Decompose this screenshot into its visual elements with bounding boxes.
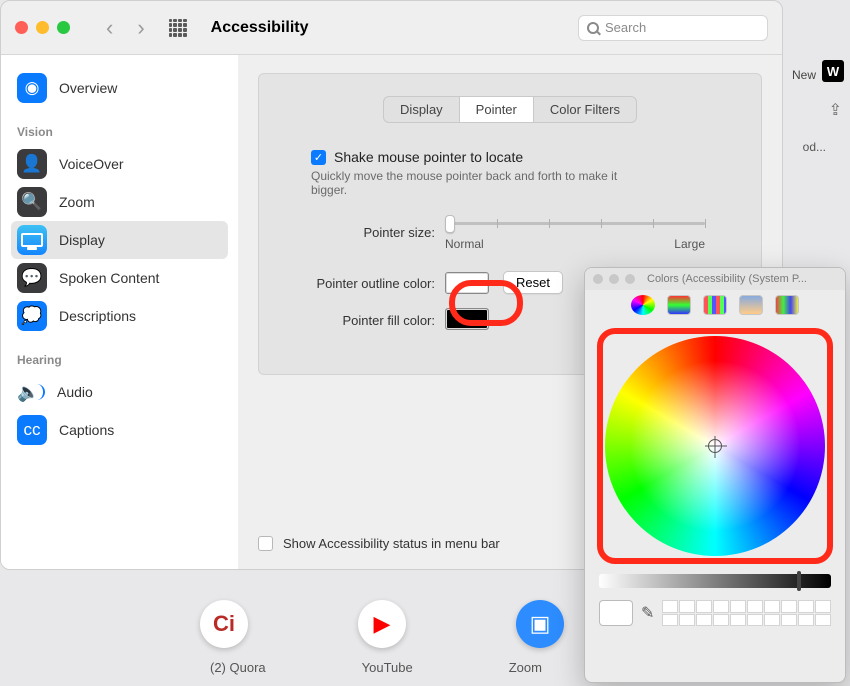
- color-tab-sliders-icon[interactable]: [667, 295, 691, 315]
- sidebar-item-descriptions[interactable]: 💭 Descriptions: [11, 297, 228, 335]
- zoom-window-icon[interactable]: [57, 21, 70, 34]
- minimize-icon[interactable]: [36, 21, 49, 34]
- sidebar-item-label: Overview: [59, 80, 117, 96]
- pointer-outline-label: Pointer outline color:: [285, 274, 435, 291]
- colors-minimize-icon[interactable]: [609, 274, 619, 284]
- sidebar-item-label: Zoom: [59, 194, 95, 210]
- truncated-text: od...: [803, 140, 826, 154]
- pointer-size-label: Pointer size:: [285, 223, 435, 240]
- window-controls[interactable]: [15, 21, 70, 34]
- spoken-content-icon: 💬: [17, 263, 47, 293]
- window-title: Accessibility: [211, 19, 578, 37]
- youtube-shortcut[interactable]: ▶: [358, 600, 406, 648]
- nav-forward-icon: ›: [137, 15, 144, 41]
- shortcut-labels: (2) Quora YouTube Zoom: [210, 660, 542, 675]
- sidebar-item-zoom[interactable]: 🔍 Zoom: [11, 183, 228, 221]
- menubar-status-label: Show Accessibility status in menu bar: [283, 536, 500, 551]
- tab-display[interactable]: Display: [384, 97, 460, 122]
- browser-shortcut-row: Ci ▶ ▣: [200, 600, 564, 648]
- shake-pointer-help: Quickly move the mouse pointer back and …: [311, 169, 631, 197]
- colors-titlebar[interactable]: Colors (Accessibility (System P...: [585, 268, 845, 290]
- sidebar-section-hearing: Hearing: [17, 353, 228, 367]
- annotation-ring-outline-swatch: [449, 280, 523, 326]
- wikipedia-favicon: W: [822, 60, 844, 82]
- color-wheel-crosshair-icon[interactable]: [708, 439, 722, 453]
- quora-label: (2) Quora: [210, 660, 266, 675]
- sidebar-item-display[interactable]: Display: [11, 221, 228, 259]
- eyedropper-icon[interactable]: ✎: [641, 603, 654, 623]
- sidebar-item-label: Descriptions: [59, 308, 136, 324]
- sidebar-item-label: Captions: [59, 422, 114, 438]
- tab-color-filters[interactable]: Color Filters: [534, 97, 636, 122]
- browser-tab-new-label: New: [792, 68, 816, 82]
- sidebar-item-spoken-content[interactable]: 💬 Spoken Content: [11, 259, 228, 297]
- sidebar: ◉ Overview Vision 👤 VoiceOver 🔍 Zoom Dis…: [1, 55, 238, 569]
- colors-tabs: [585, 290, 845, 320]
- colors-zoom-icon[interactable]: [625, 274, 635, 284]
- sidebar-item-captions[interactable]: cc Captions: [11, 411, 228, 449]
- nav-buttons: ‹ ›: [106, 15, 145, 41]
- colors-bottom-row: ✎: [585, 588, 845, 626]
- color-swatch-grid[interactable]: [662, 600, 831, 626]
- close-icon[interactable]: [15, 21, 28, 34]
- zoom-icon: 🔍: [17, 187, 47, 217]
- sidebar-section-vision: Vision: [17, 125, 228, 139]
- pointer-fill-label: Pointer fill color:: [285, 311, 435, 328]
- zoom-label: Zoom: [509, 660, 542, 675]
- shake-pointer-label: Shake mouse pointer to locate: [334, 149, 523, 165]
- shake-pointer-row: ✓ Shake mouse pointer to locate Quickly …: [285, 149, 735, 197]
- tab-pointer[interactable]: Pointer: [460, 97, 534, 122]
- sidebar-item-audio[interactable]: Audio: [11, 373, 228, 411]
- sidebar-item-label: Audio: [57, 384, 93, 400]
- color-tab-pencils-icon[interactable]: [775, 295, 799, 315]
- youtube-label: YouTube: [362, 660, 413, 675]
- brightness-knob[interactable]: [797, 571, 801, 591]
- search-input[interactable]: Search: [578, 15, 768, 41]
- overview-icon: ◉: [17, 73, 47, 103]
- show-all-icon[interactable]: [169, 19, 187, 37]
- sidebar-item-label: Display: [59, 232, 105, 248]
- colors-close-icon[interactable]: [593, 274, 603, 284]
- colors-title: Colors (Accessibility (System P...: [647, 273, 807, 285]
- color-tab-palette-icon[interactable]: [703, 295, 727, 315]
- search-placeholder: Search: [605, 20, 646, 35]
- nav-back-icon[interactable]: ‹: [106, 15, 113, 41]
- share-icon: ⇪: [829, 100, 842, 120]
- annotation-ring-color-wheel: [597, 328, 833, 564]
- current-color-swatch[interactable]: [599, 600, 633, 626]
- sidebar-item-label: Spoken Content: [59, 270, 159, 286]
- slider-thumb[interactable]: [445, 215, 455, 233]
- colors-window[interactable]: Colors (Accessibility (System P... ✎: [584, 267, 846, 683]
- slider-end-labels: NormalLarge: [445, 237, 705, 251]
- search-icon: [587, 22, 599, 34]
- sidebar-item-overview[interactable]: ◉ Overview: [11, 69, 228, 107]
- color-tab-image-icon[interactable]: [739, 295, 763, 315]
- pointer-size-slider[interactable]: [445, 213, 705, 233]
- voiceover-icon: 👤: [17, 149, 47, 179]
- sidebar-item-label: VoiceOver: [59, 156, 124, 172]
- footer-row: Show Accessibility status in menu bar: [258, 536, 500, 551]
- pointer-size-row: Pointer size: NormalLarge: [285, 211, 735, 251]
- display-icon: [17, 225, 47, 255]
- menubar-status-checkbox[interactable]: [258, 536, 273, 551]
- shake-pointer-checkbox[interactable]: ✓: [311, 150, 326, 165]
- descriptions-icon: 💭: [17, 301, 47, 331]
- audio-icon: [17, 382, 45, 402]
- color-tab-wheel-icon[interactable]: [631, 295, 655, 315]
- brightness-slider[interactable]: [599, 574, 831, 588]
- titlebar: ‹ › Accessibility Search: [1, 1, 782, 55]
- captions-icon: cc: [17, 415, 47, 445]
- quora-shortcut[interactable]: Ci: [200, 600, 248, 648]
- zoom-shortcut[interactable]: ▣: [516, 600, 564, 648]
- segmented-control: Display Pointer Color Filters: [285, 96, 735, 123]
- sidebar-item-voiceover[interactable]: 👤 VoiceOver: [11, 145, 228, 183]
